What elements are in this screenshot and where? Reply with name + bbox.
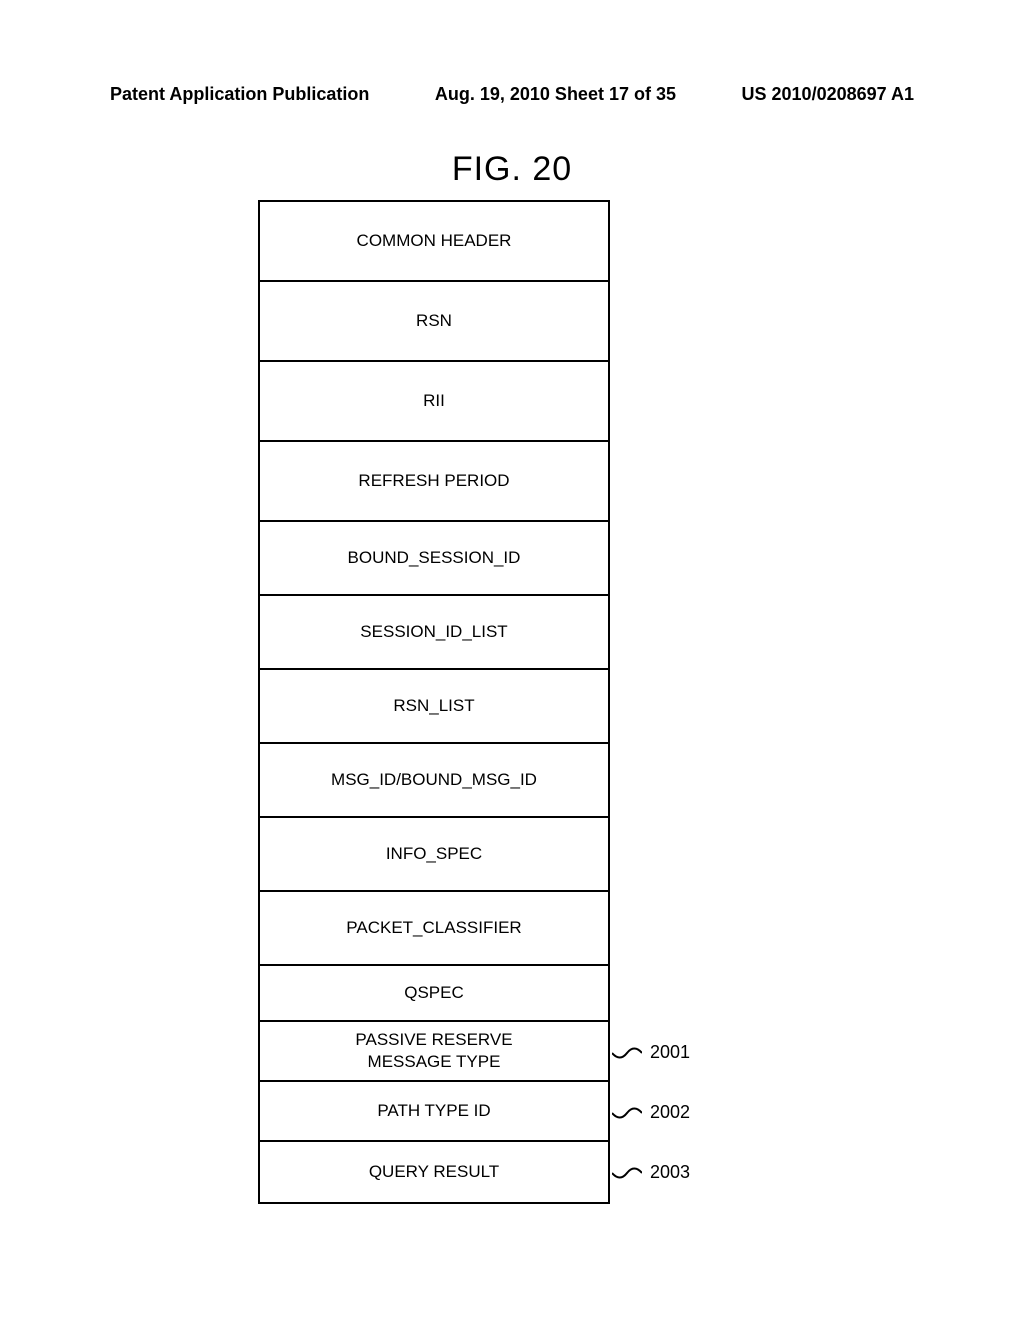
reference-number: 2002 [650,1102,690,1123]
cell-text: RSN [416,311,452,331]
cell-text: PACKET_CLASSIFIER [346,918,521,938]
cell-text-line: PASSIVE RESERVE [355,1029,512,1051]
reference-label: 2001 [612,1042,690,1063]
table-row: QUERY RESULT [260,1142,608,1202]
leader-tick-icon [612,1164,642,1182]
cell-text: RSN_LIST [393,696,474,716]
cell-text-line: MESSAGE TYPE [355,1051,512,1073]
reference-label: 2002 [612,1102,690,1123]
message-structure-table: COMMON HEADER RSN RII REFRESH PERIOD BOUND_S… [258,200,610,1204]
cell-text: MSG_ID/BOUND_MSG_ID [331,770,537,790]
cell-text: PATH TYPE ID [377,1101,490,1121]
cell-text: SESSION_ID_LIST [360,622,507,642]
table-row: QSPEC [260,966,608,1022]
reference-number: 2001 [650,1042,690,1063]
cell-text: PASSIVE RESERVEMESSAGE TYPE [355,1029,512,1073]
cell-text: BOUND_SESSION_ID [348,548,521,568]
reference-label: 2003 [612,1162,690,1183]
table-row: INFO_SPEC [260,818,608,892]
table-row: SESSION_ID_LIST [260,596,608,670]
cell-text: QSPEC [404,983,464,1003]
cell-text: REFRESH PERIOD [358,471,509,491]
table-row: REFRESH PERIOD [260,442,608,522]
header-center: Aug. 19, 2010 Sheet 17 of 35 [435,84,676,105]
cell-text: QUERY RESULT [369,1162,499,1182]
table-row: RII [260,362,608,442]
table-row: RSN [260,282,608,362]
page-header: Patent Application Publication Aug. 19, … [110,84,914,105]
header-left: Patent Application Publication [110,84,369,105]
table-row: RSN_LIST [260,670,608,744]
figure-title: FIG. 20 [0,150,1024,189]
table-row: COMMON HEADER [260,202,608,282]
leader-tick-icon [612,1044,642,1062]
reference-number: 2003 [650,1162,690,1183]
table-row: PACKET_CLASSIFIER [260,892,608,966]
table-row: PASSIVE RESERVEMESSAGE TYPE [260,1022,608,1082]
table-row: BOUND_SESSION_ID [260,522,608,596]
table-row: MSG_ID/BOUND_MSG_ID [260,744,608,818]
leader-tick-icon [612,1104,642,1122]
cell-text: INFO_SPEC [386,844,482,864]
cell-text: COMMON HEADER [357,231,512,251]
table-row: PATH TYPE ID [260,1082,608,1142]
cell-text: RII [423,391,445,411]
header-right: US 2010/0208697 A1 [742,84,914,105]
